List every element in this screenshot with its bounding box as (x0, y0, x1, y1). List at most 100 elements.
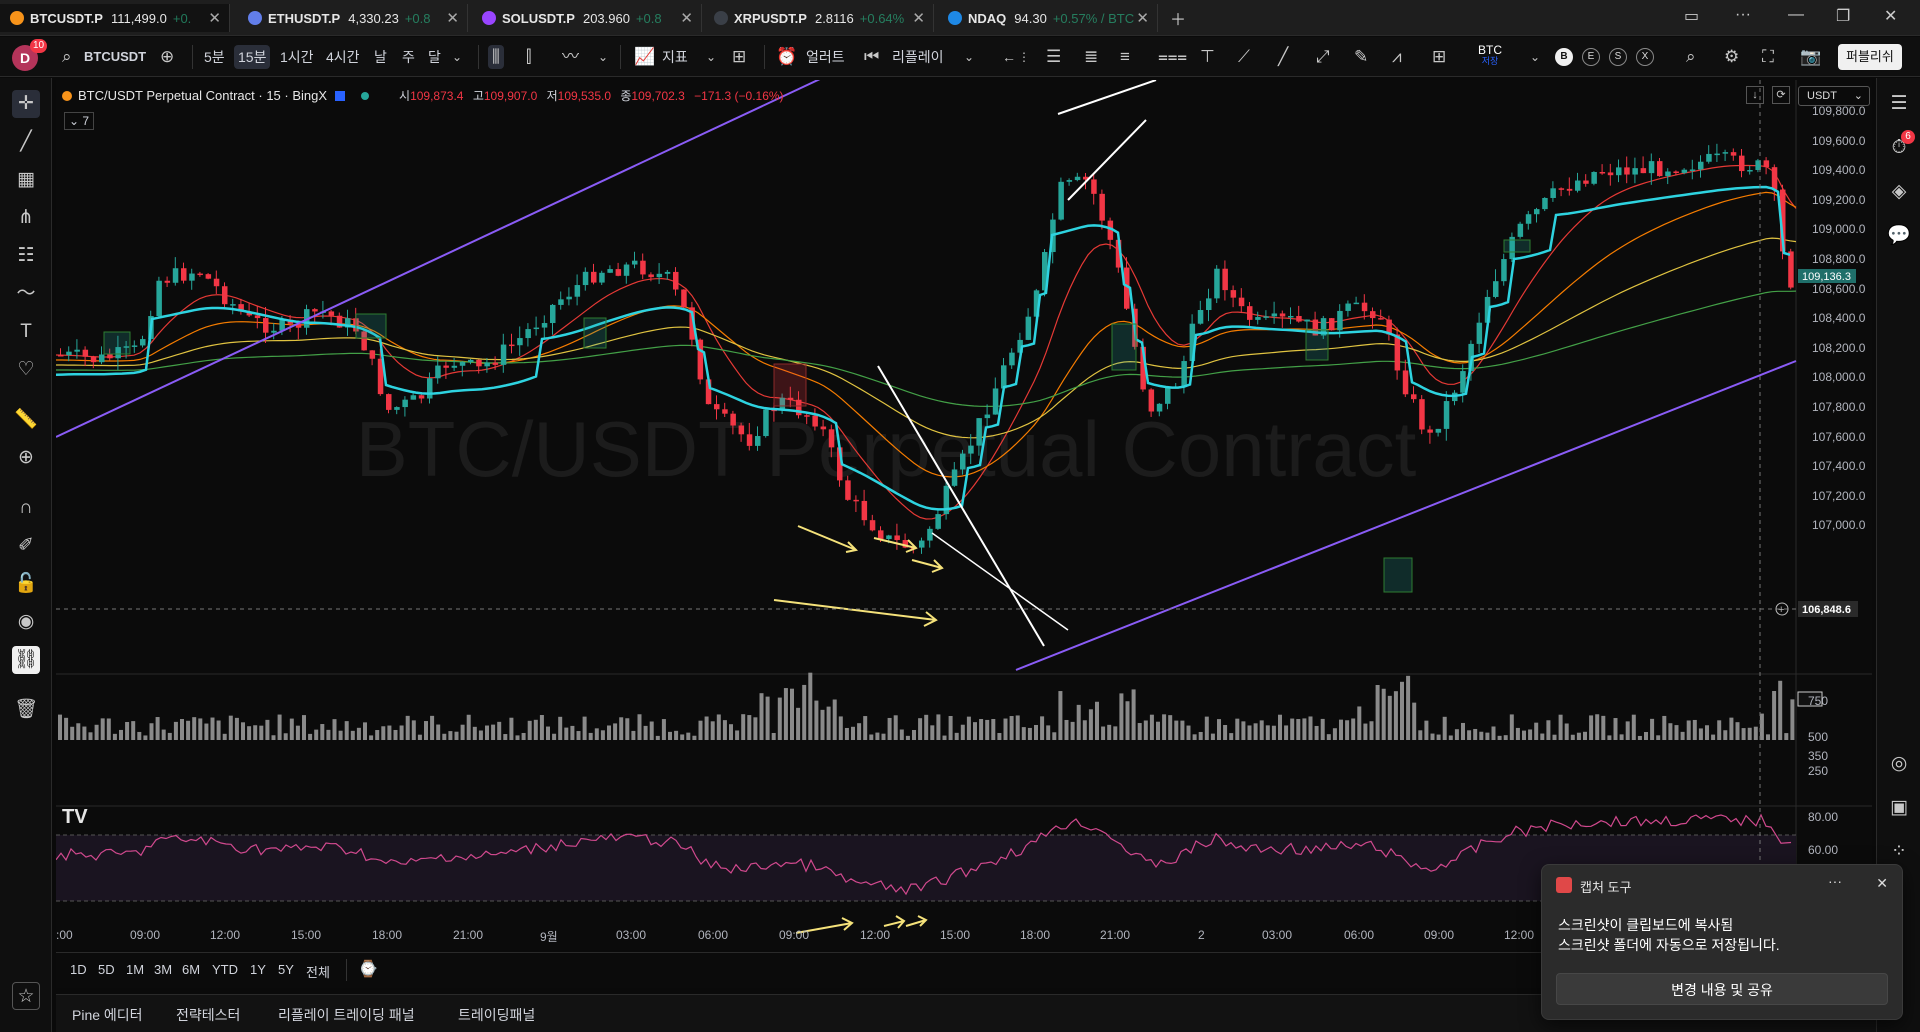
chart-canvas[interactable]: BTC/USDT Perpetual Contract 109,136.3 10… (55, 0, 1872, 950)
fullscreen-icon[interactable]: ⛶ (1762, 45, 1774, 69)
close-tab-icon[interactable]: ✕ (912, 9, 925, 27)
range-1m[interactable]: 1M (126, 962, 144, 977)
interval-1h[interactable]: 1시간 (280, 45, 314, 69)
new-tab-icon[interactable]: ＋ (1170, 6, 1186, 30)
edit-and-share-button[interactable]: 변경 내용 및 공유 (1556, 973, 1888, 1005)
interval-month[interactable]: 달 (428, 45, 441, 69)
tab-strategy-tester[interactable]: 전략테스터 (176, 1005, 240, 1025)
trendline-icon[interactable]: ╱ (1278, 45, 1288, 69)
tab-ethusdt[interactable]: ETHUSDT.P 4,330.23 +0.8 ✕ (238, 4, 468, 32)
crosshair-icon[interactable]: ✛ (12, 90, 40, 118)
grid-icon[interactable]: ⊞ (1432, 45, 1446, 69)
close-tab-icon[interactable]: ✕ (446, 9, 459, 27)
fib-icon[interactable]: ≡ (1120, 45, 1130, 69)
vertical-line-icon[interactable]: ⊤ (1200, 45, 1215, 69)
minimize-icon[interactable]: — (1788, 6, 1804, 24)
search-icon[interactable]: ⌕ (62, 45, 72, 69)
replay-button[interactable]: 리플레이 (892, 45, 944, 69)
tab-replay-trading-panel[interactable]: 리플레이 트레이딩 패널 (278, 1005, 415, 1025)
ray-icon[interactable]: ⤢ (1316, 45, 1330, 69)
layers-icon[interactable]: ◈ (1885, 178, 1913, 206)
tab-btcusdt[interactable]: BTCUSDT.P 111,499.0 +0. ✕ (0, 4, 230, 32)
line-chart-icon[interactable]: 〰 (562, 45, 579, 69)
more-options-icon[interactable]: ··· (1828, 873, 1842, 889)
heart-icon[interactable]: ♡ (12, 356, 40, 384)
range-all[interactable]: 전체 (306, 962, 330, 981)
brush-tool-icon[interactable]: 〜 (12, 280, 40, 308)
close-window-icon[interactable]: ✕ (1884, 6, 1897, 26)
calendar-icon[interactable]: ▣ (1885, 794, 1913, 822)
auto-scale-icon[interactable]: ⟳ (1772, 86, 1790, 104)
range-5y[interactable]: 5Y (278, 962, 294, 977)
close-icon[interactable]: ✕ (1876, 875, 1888, 892)
chevron-down-icon[interactable]: ⌄ (964, 45, 974, 69)
indicators-toggle[interactable]: ⌄ 7 (64, 112, 95, 130)
camera-icon[interactable]: 📷 (1800, 45, 1821, 69)
pattern-icon[interactable]: ⋔ (12, 204, 40, 232)
add-symbol-icon[interactable]: ⊕ (160, 45, 174, 69)
brush-icon[interactable]: ✎ (1354, 45, 1368, 69)
gann-grid-icon[interactable]: ▦ (12, 166, 40, 194)
interval-4h[interactable]: 4시간 (326, 45, 360, 69)
magnet-icon[interactable]: ∩ (12, 494, 40, 522)
eye-icon[interactable]: ◉ (12, 608, 40, 636)
tab-ndaq[interactable]: NDAQ 94.30 +0.57% / BTC ✕ (938, 4, 1158, 32)
arrow-left-icon[interactable]: ← (1002, 45, 1016, 69)
chart-title[interactable]: BTC/USDT Perpetual Contract · 15 · BingX (78, 86, 327, 106)
tab-pine-editor[interactable]: Pine 에디터 (72, 1005, 143, 1025)
publish-button[interactable]: 퍼블리쉬 (1838, 44, 1902, 70)
goto-date-icon[interactable]: ⌚ (358, 959, 378, 979)
prediction-icon[interactable]: ☷ (12, 242, 40, 270)
path-icon[interactable]: ⟋ (1238, 45, 1250, 69)
interval-week[interactable]: 주 (402, 45, 415, 69)
close-tab-icon[interactable]: ✕ (1136, 9, 1149, 27)
fib-fan-icon[interactable]: ⩘ (1392, 45, 1402, 69)
horizontal-lines-icon[interactable]: ☰ (1046, 45, 1061, 69)
layout-icon[interactable]: ▭ (1684, 6, 1699, 26)
watchlist-icon[interactable]: ☰ (1885, 90, 1913, 118)
alert-button[interactable]: 얼러트 (806, 45, 845, 69)
chevron-down-icon[interactable]: ⌄ (452, 45, 462, 69)
range-1d[interactable]: 1D (70, 962, 87, 977)
trendline-tool-icon[interactable]: ╱ (12, 128, 40, 156)
chevron-down-icon[interactable]: ⌄ (1530, 45, 1540, 69)
scroll-down-icon[interactable]: ↓ (1746, 86, 1764, 104)
tab-solusdt[interactable]: SOLUSDT.P 203.960 +0.8 ✕ (472, 4, 702, 32)
lock-icon[interactable]: 🔓 (12, 570, 40, 598)
target-icon[interactable]: ◎ (1885, 750, 1913, 778)
range-5d[interactable]: 5D (98, 962, 115, 977)
range-3m[interactable]: 3M (154, 962, 172, 977)
parallel-channel-icon[interactable]: ≣ (1084, 45, 1098, 69)
more-icon[interactable]: ··· (1735, 6, 1751, 24)
link-icon[interactable]: ⛓ (12, 646, 40, 674)
close-tab-icon[interactable]: ✕ (208, 9, 221, 27)
chip-b[interactable]: B (1555, 48, 1573, 66)
quick-search-icon[interactable]: ⌕ (1686, 45, 1696, 69)
maximize-icon[interactable]: ❐ (1836, 6, 1850, 26)
bars-icon[interactable]: ⫿ (526, 45, 531, 69)
range-ytd[interactable]: YTD (212, 962, 238, 977)
range-icon[interactable]: ⩶ (1158, 45, 1187, 69)
apps-icon[interactable]: ⁘ (1885, 838, 1913, 866)
chip-e[interactable]: E (1582, 48, 1600, 66)
flag-icon[interactable] (335, 91, 346, 101)
interval-5m[interactable]: 5분 (204, 45, 225, 69)
chevron-down-icon[interactable]: ⌄ (598, 45, 608, 69)
range-6m[interactable]: 6M (182, 962, 200, 977)
zoom-in-icon[interactable]: ⊕ (12, 444, 40, 472)
chevron-down-icon[interactable]: ⌄ (706, 45, 716, 69)
trash-icon[interactable]: 🗑 (12, 696, 40, 724)
candles-icon[interactable]: ⫼ (488, 45, 504, 69)
alert-icon[interactable]: ⏰ (776, 45, 797, 69)
interval-15m[interactable]: 15분 (234, 45, 271, 69)
tab-trading-panel[interactable]: 트레이딩패널 (458, 1005, 535, 1025)
range-1y[interactable]: 1Y (250, 962, 266, 977)
tab-xrpusdt[interactable]: XRPUSDT.P 2.8116 +0.64% ✕ (704, 4, 934, 32)
chip-s[interactable]: S (1609, 48, 1627, 66)
chat-icon[interactable]: 💬 (1885, 222, 1913, 250)
close-tab-icon[interactable]: ✕ (680, 9, 693, 27)
drag-handle-icon[interactable]: ⋮ (1018, 45, 1030, 69)
interval-day[interactable]: 날 (374, 45, 387, 69)
symbol-search[interactable]: BTCUSDT (84, 45, 146, 69)
chip-x[interactable]: X (1636, 48, 1654, 66)
